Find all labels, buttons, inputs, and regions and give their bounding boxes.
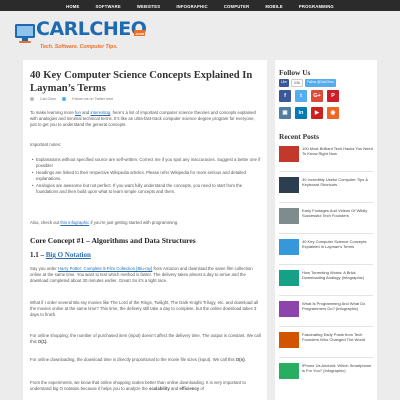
nav-item-infographic[interactable]: INFOGRAPHIC	[168, 0, 216, 11]
big-o-link[interactable]: Big O Notation	[46, 251, 91, 259]
twitter-follow-button[interactable]: Follow @CarlCheo	[304, 79, 336, 87]
recent-post-item[interactable]: How Torrenting Works: A Brick Downloadin…	[279, 270, 375, 291]
paragraph-constant: For online shopping, the number of purch…	[30, 333, 261, 345]
pinterest-icon[interactable]: P	[327, 90, 339, 102]
recent-post-thumbnail[interactable]	[279, 146, 299, 162]
divider	[279, 264, 373, 265]
recent-post-title[interactable]: Fascinating Early Posts from Tech Founde…	[302, 332, 374, 342]
paragraph-amazon: Say you order Harry Potter: Complete 8-F…	[30, 266, 253, 284]
recent-post-item[interactable]: 30 Incredibly Useful Computer Tips & Key…	[279, 177, 375, 198]
twitter-follow-link[interactable]: Follow me on Twitter here	[72, 97, 113, 101]
nav-item-mobile[interactable]: MOBILE	[257, 0, 290, 11]
divider	[279, 326, 373, 327]
paragraph-bluray: What if I order several Blu-ray movies l…	[30, 300, 259, 318]
follow-us-heading: Follow Us	[279, 68, 311, 77]
recent-post-item[interactable]: What Is Programming And What Do Programm…	[279, 301, 375, 322]
nav-item-home[interactable]: HOME	[58, 0, 87, 11]
facebook-like-button[interactable]: Like	[279, 79, 289, 87]
recent-post-title[interactable]: 100 Most Brilliant Tech Hacks You Need T…	[302, 146, 374, 156]
monitor-logo-icon	[15, 24, 35, 43]
recent-post-item[interactable]: iPhone Us Android: Which Smartphone is F…	[279, 363, 375, 384]
recent-post-item[interactable]: Fascinating Early Posts from Tech Founde…	[279, 332, 375, 353]
recent-post-title[interactable]: Early Footages And Videos Of Wildly Succ…	[302, 208, 374, 218]
note-bullet-2: Headings are linked to their respective …	[32, 170, 262, 182]
nav-item-software[interactable]: SOFTWARE	[87, 0, 128, 11]
divider	[279, 233, 373, 234]
logo-suffix: .com	[134, 30, 146, 36]
paragraph-linear: For online downloading, the download tim…	[30, 357, 246, 362]
divider	[279, 202, 373, 203]
divider	[279, 357, 373, 358]
article-panel: 40 Key Computer Science Concepts Explain…	[23, 60, 267, 400]
recent-post-thumbnail[interactable]	[279, 301, 299, 317]
divider	[279, 171, 373, 172]
note-bullet-1: Explanations without specified source ar…	[32, 157, 262, 169]
recent-post-title[interactable]: 40 Key Computer Science Concepts Explain…	[302, 239, 374, 249]
top-navigation: HOME SOFTWARE WEBSITES INFOGRAPHIC COMPU…	[0, 0, 400, 11]
facebook-icon[interactable]: f	[279, 90, 291, 102]
recent-post-item[interactable]: 40 Key Computer Science Concepts Explain…	[279, 239, 375, 260]
recent-post-thumbnail[interactable]	[279, 177, 299, 193]
section-heading: Core Concept #1 – Algorithms and Data St…	[30, 236, 196, 245]
recent-posts-heading: Recent Posts	[279, 132, 320, 141]
linkedin-icon[interactable]: in	[295, 107, 307, 119]
notes-label: Important notes:	[30, 142, 62, 147]
recent-post-thumbnail[interactable]	[279, 270, 299, 286]
instagram-icon[interactable]: ▣	[279, 107, 291, 119]
recent-post-title[interactable]: iPhone Us Android: Which Smartphone is F…	[302, 363, 374, 373]
infographic-link[interactable]: this infographic	[60, 220, 89, 225]
site-header: CARLCHEO .com Tech. Software. Computer T…	[0, 11, 400, 56]
twitter-icon	[62, 97, 67, 101]
youtube-icon[interactable]: ▶	[311, 107, 323, 119]
recent-post-title[interactable]: How Torrenting Works: A Brick Downloadin…	[302, 270, 374, 280]
note-bullet-3: Analogies are awesome but not perfect. I…	[32, 183, 262, 195]
social-counters: Like 3.9k Follow @CarlCheo	[279, 79, 336, 87]
recent-post-item[interactable]: Early Footages And Videos Of Wildly Succ…	[279, 208, 375, 229]
recent-post-item[interactable]: 100 Most Brilliant Tech Hacks You Need T…	[279, 146, 375, 167]
harry-potter-link[interactable]: Harry Potter: Complete 8-Film Collection…	[58, 266, 152, 271]
paragraph-scalability: From the experiments, we know that onlin…	[30, 380, 246, 392]
nav-item-websites[interactable]: WEBSITES	[129, 0, 168, 11]
recent-post-thumbnail[interactable]	[279, 208, 299, 224]
logo-tagline: Tech. Software. Computer Tips.	[40, 44, 118, 50]
author-avatar-icon	[30, 97, 34, 101]
recent-post-title[interactable]: What Is Programming And What Do Programm…	[302, 301, 374, 311]
intro-paragraph: To make learning more fun and interestin…	[30, 110, 256, 128]
site-logo[interactable]: CARLCHEO .com Tech. Software. Computer T…	[14, 16, 154, 50]
article-author[interactable]: Carl Cheo	[40, 97, 56, 101]
recent-post-title[interactable]: 30 Incredibly Useful Computer Tips & Key…	[302, 177, 374, 187]
interesting-link[interactable]: interesting	[90, 110, 110, 115]
nav-item-computer[interactable]: COMPUTER	[216, 0, 258, 11]
divider	[279, 295, 373, 296]
nav-item-programming[interactable]: PROGRAMMING	[291, 0, 342, 11]
logo-text: CARLCHEO	[36, 18, 147, 40]
article-meta: Carl Cheo Follow me on Twitter here	[30, 97, 113, 101]
recent-post-thumbnail[interactable]	[279, 239, 299, 255]
also-paragraph: Also, check out this infographic if you’…	[30, 220, 179, 225]
rss-icon[interactable]: ◉	[327, 107, 339, 119]
subsection-heading: 1.1 – Big O Notation	[30, 251, 91, 259]
recent-post-thumbnail[interactable]	[279, 332, 299, 348]
article-title: 40 Key Computer Science Concepts Explain…	[30, 70, 253, 94]
twitter-icon[interactable]: t	[295, 90, 307, 102]
sidebar: Follow Us Like 3.9k Follow @CarlCheo ftG…	[275, 60, 377, 400]
recent-post-thumbnail[interactable]	[279, 363, 299, 379]
google-plus-icon[interactable]: G+	[311, 90, 323, 102]
facebook-like-count: 3.9k	[290, 79, 303, 87]
